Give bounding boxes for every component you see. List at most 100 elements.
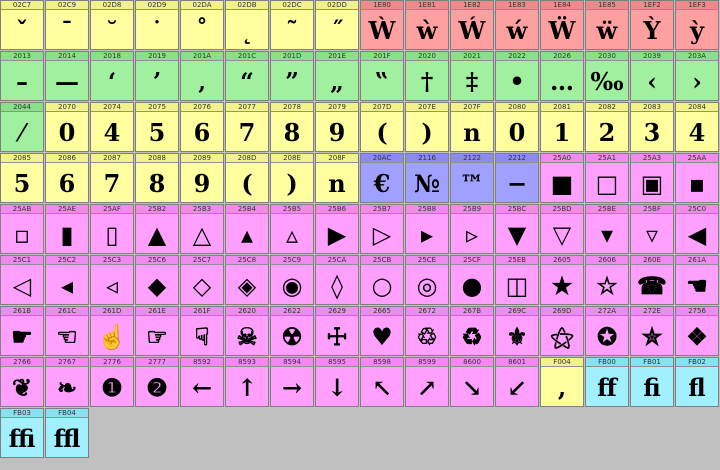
glyph-cell[interactable]: 8594 → [270,357,314,407]
glyph-cell[interactable]: 201E „ [315,51,359,101]
glyph-cell[interactable]: 25AF ▯ [90,204,134,254]
glyph-cell[interactable]: 25C9 ◉ [270,255,314,305]
glyph-cell[interactable]: 269C ⚜ [495,306,539,356]
glyph-cell[interactable]: 25B4 ▴ [225,204,269,254]
glyph-cell[interactable]: 25B9 ▹ [450,204,494,254]
glyph-cell[interactable]: 2019 ’ [135,51,179,101]
glyph-cell[interactable]: 2021 ‡ [450,51,494,101]
glyph-cell[interactable]: 8601 ↙ [495,357,539,407]
glyph-cell[interactable]: 1E85 ẅ [585,0,629,50]
glyph-cell[interactable]: 201A ‚ [180,51,224,101]
glyph-cell[interactable]: 8595 ↓ [315,357,359,407]
glyph-cell[interactable]: 25C6 ◆ [135,255,179,305]
glyph-cell[interactable]: 2122 ™ [450,153,494,203]
glyph-cell[interactable]: 25A3 ▣ [630,153,674,203]
glyph-cell[interactable]: 02C9 ˉ [45,0,89,50]
glyph-cell[interactable]: 2777 ❷ [135,357,179,407]
glyph-cell[interactable]: 25CA ◊ [315,255,359,305]
glyph-cell[interactable]: 02DC ˜ [270,0,314,50]
glyph-cell[interactable]: 203A › [675,51,719,101]
glyph-cell[interactable]: 201D ” [270,51,314,101]
glyph-cell[interactable]: 25B5 ▵ [270,204,314,254]
glyph-cell[interactable]: 2082 2 [585,102,629,152]
glyph-cell[interactable]: 25B8 ▸ [405,204,449,254]
glyph-cell[interactable]: FB02 ﬂ [675,357,719,407]
glyph-cell[interactable]: 260E ☎ [630,255,674,305]
glyph-cell[interactable]: 2766 ❦ [0,357,44,407]
glyph-cell[interactable]: 25BD ▽ [540,204,584,254]
glyph-cell[interactable]: 261B ☛ [0,306,44,356]
glyph-cell[interactable]: 25AE ▮ [45,204,89,254]
glyph-cell[interactable]: 2083 3 [630,102,674,152]
glyph-cell[interactable]: 2629 ☩ [315,306,359,356]
glyph-cell[interactable]: 25CB ○ [360,255,404,305]
glyph-cell[interactable]: 25CE ◎ [405,255,449,305]
glyph-cell[interactable]: 2665 ♥ [360,306,404,356]
glyph-cell[interactable]: 25CF ● [450,255,494,305]
glyph-cell[interactable]: 25C8 ◈ [225,255,269,305]
glyph-cell[interactable]: 02D9 ˙ [135,0,179,50]
glyph-cell[interactable]: 25A1 □ [585,153,629,203]
glyph-cell[interactable]: 2622 ☢ [270,306,314,356]
glyph-cell[interactable]: 2086 6 [45,153,89,203]
glyph-cell[interactable]: 25B7 ▷ [360,204,404,254]
glyph-cell[interactable]: 2078 8 [270,102,314,152]
glyph-cell[interactable]: 207E) [405,102,449,152]
glyph-cell[interactable]: 8598 ↖ [360,357,404,407]
glyph-cell[interactable]: 8600 ↘ [450,357,494,407]
glyph-cell[interactable]: 272A ✪ [585,306,629,356]
glyph-cell[interactable]: 2079 9 [315,102,359,152]
glyph-cell[interactable]: 267B ♻ [450,306,494,356]
glyph-cell[interactable]: 201F ‟ [360,51,404,101]
glyph-cell[interactable]: 8593 ↑ [225,357,269,407]
glyph-cell[interactable]: 25EB ◫ [495,255,539,305]
glyph-cell[interactable]: 2081 1 [540,102,584,152]
glyph-cell[interactable]: 25BE ▾ [585,204,629,254]
glyph-cell[interactable]: 2116 № [405,153,449,203]
glyph-cell[interactable]: 2084 4 [675,102,719,152]
glyph-cell[interactable]: 1E80 Ẁ [360,0,404,50]
glyph-cell[interactable]: 8592 ← [180,357,224,407]
glyph-cell[interactable]: 25C3 ◃ [90,255,134,305]
glyph-cell[interactable]: 02DD ˝ [315,0,359,50]
glyph-cell[interactable]: 25AA ▪ [675,153,719,203]
glyph-cell[interactable]: 02D8 ˘ [90,0,134,50]
glyph-cell[interactable]: 208F n [315,153,359,203]
glyph-cell[interactable]: 2026… [540,51,584,101]
glyph-cell[interactable]: 261E ☞ [135,306,179,356]
glyph-cell[interactable]: 02C7 ˇ [0,0,44,50]
glyph-cell[interactable]: 2074 4 [90,102,134,152]
glyph-cell[interactable]: 2672 ♲ [405,306,449,356]
glyph-cell[interactable]: 25B2 ▲ [135,204,179,254]
glyph-cell[interactable]: 25B3 △ [180,204,224,254]
glyph-cell[interactable]: FB00 ﬀ [585,357,629,407]
glyph-cell[interactable]: 25C0 ◀ [675,204,719,254]
glyph-cell[interactable]: 25C7 ◇ [180,255,224,305]
glyph-cell[interactable]: 2022 • [495,51,539,101]
glyph-cell[interactable]: FB03 ﬃ [0,408,44,458]
glyph-cell[interactable]: 2756 ❖ [675,306,719,356]
glyph-cell[interactable]: 2070 0 [45,102,89,152]
glyph-cell[interactable]: 2077 7 [225,102,269,152]
glyph-cell[interactable]: 2013 – [0,51,44,101]
glyph-cell[interactable]: 2076 6 [180,102,224,152]
glyph-cell[interactable]: 2089 9 [180,153,224,203]
glyph-cell[interactable]: 2018 ‘ [90,51,134,101]
glyph-cell[interactable]: 2014 — [45,51,89,101]
glyph-cell[interactable]: 2020 † [405,51,449,101]
glyph-cell[interactable]: 8599 ↗ [405,357,449,407]
glyph-cell[interactable]: 2605 ★ [540,255,584,305]
glyph-cell[interactable]: 25C1 ◁ [0,255,44,305]
glyph-cell[interactable]: 25BC ▼ [495,204,539,254]
glyph-cell[interactable]: 261D ☝ [90,306,134,356]
glyph-cell[interactable]: 261C ☜ [45,306,89,356]
glyph-cell[interactable]: 1EF3 ỳ [675,0,719,50]
glyph-cell[interactable]: 2088 8 [135,153,179,203]
glyph-cell[interactable]: 2620 ☠ [225,306,269,356]
glyph-cell[interactable]: 261F ☟ [180,306,224,356]
glyph-cell[interactable]: 02DA ˚ [180,0,224,50]
glyph-cell[interactable]: 02DB ˛ [225,0,269,50]
glyph-cell[interactable]: 2039 ‹ [630,51,674,101]
glyph-cell[interactable]: 2075 5 [135,102,179,152]
glyph-cell[interactable]: 25AB ▫ [0,204,44,254]
